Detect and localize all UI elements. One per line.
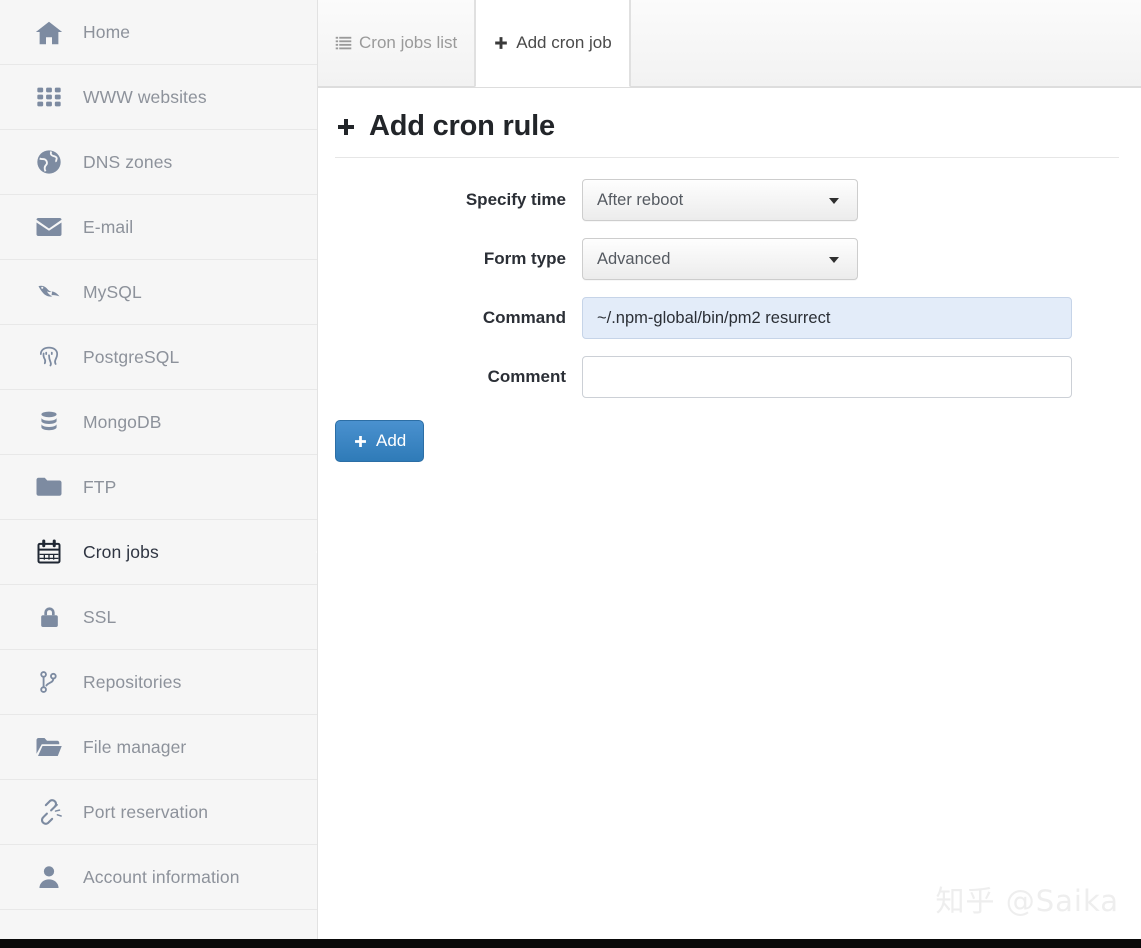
sidebar-item-home[interactable]: Home xyxy=(0,0,317,65)
plug-icon xyxy=(32,795,66,829)
page-bottom-edge xyxy=(0,939,1141,948)
command-input[interactable] xyxy=(582,297,1072,339)
sidebar-item-mongodb[interactable]: MongoDB xyxy=(0,390,317,455)
form-type-value: Advanced xyxy=(597,250,670,269)
add-cron-rule-form: Specify time After reboot Form type Adva… xyxy=(318,158,1141,462)
grid-icon xyxy=(32,80,66,114)
sidebar-item-label: Cron jobs xyxy=(83,542,159,563)
sidebar-item-mysql[interactable]: MySQL xyxy=(0,260,317,325)
sidebar-item-file-manager[interactable]: File manager xyxy=(0,715,317,780)
folder-open-icon xyxy=(32,730,66,764)
tab-label: Add cron job xyxy=(516,33,611,53)
sidebar-item-label: SSL xyxy=(83,607,116,628)
sidebar-item-label: MySQL xyxy=(83,282,142,303)
sidebar-item-repositories[interactable]: Repositories xyxy=(0,650,317,715)
plus-icon xyxy=(493,35,509,51)
sidebar-item-label: DNS zones xyxy=(83,152,172,173)
content-area: Cron jobs list Add cron job Add cron rule… xyxy=(318,0,1141,948)
sidebar-item-label: E-mail xyxy=(83,217,133,238)
main-sidebar: Home WWW websites DNS zones E-mail MySQL Post… xyxy=(0,0,318,948)
cron-jobs-page: Home WWW websites DNS zones E-mail MySQL Post… xyxy=(0,0,1141,948)
sidebar-item-label: Port reservation xyxy=(83,802,208,823)
form-type-select[interactable]: Advanced xyxy=(582,238,858,280)
home-icon xyxy=(32,16,66,50)
tab-add-cron-job[interactable]: Add cron job xyxy=(475,0,629,87)
sidebar-item-label: PostgreSQL xyxy=(83,347,179,368)
page-title-text: Add cron rule xyxy=(369,110,555,143)
chevron-down-icon xyxy=(829,198,839,204)
sidebar-item-port-reservation[interactable]: Port reservation xyxy=(0,780,317,845)
page-header: Add cron rule xyxy=(318,88,1141,158)
specify-time-label: Specify time xyxy=(318,190,582,210)
plus-icon xyxy=(335,116,357,138)
form-row-comment: Comment xyxy=(318,356,1141,398)
tab-cron-jobs-list[interactable]: Cron jobs list xyxy=(318,0,475,87)
form-row-specify-time: Specify time After reboot xyxy=(318,179,1141,221)
plus-icon xyxy=(353,434,368,449)
list-icon xyxy=(335,34,352,51)
sidebar-item-label: Account information xyxy=(83,867,240,888)
tab-bar: Cron jobs list Add cron job xyxy=(318,0,1141,88)
sidebar-item-postgresql[interactable]: PostgreSQL xyxy=(0,325,317,390)
envelope-icon xyxy=(32,210,66,244)
chevron-down-icon xyxy=(829,257,839,263)
sidebar-item-label: MongoDB xyxy=(83,412,162,433)
sidebar-item-label: Home xyxy=(83,22,130,43)
specify-time-value: After reboot xyxy=(597,191,683,210)
specify-time-select[interactable]: After reboot xyxy=(582,179,858,221)
sidebar-item-dns-zones[interactable]: DNS zones xyxy=(0,130,317,195)
database-icon xyxy=(32,405,66,439)
page-title: Add cron rule xyxy=(335,110,1119,143)
comment-input[interactable] xyxy=(582,356,1072,398)
globe-icon xyxy=(32,145,66,179)
folder-icon xyxy=(32,470,66,504)
form-actions: Add xyxy=(318,420,1141,462)
comment-label: Comment xyxy=(318,367,582,387)
sidebar-item-label: FTP xyxy=(83,477,116,498)
sidebar-item-e-mail[interactable]: E-mail xyxy=(0,195,317,260)
command-label: Command xyxy=(318,308,582,328)
elephant-icon xyxy=(32,340,66,374)
sidebar-item-www-websites[interactable]: WWW websites xyxy=(0,65,317,130)
tab-label: Cron jobs list xyxy=(359,33,457,53)
sidebar-item-label: File manager xyxy=(83,737,186,758)
git-branch-icon xyxy=(32,665,66,699)
calendar-icon xyxy=(32,535,66,569)
tab-bar-filler xyxy=(630,0,1141,87)
form-row-command: Command xyxy=(318,297,1141,339)
sidebar-item-ftp[interactable]: FTP xyxy=(0,455,317,520)
form-type-label: Form type xyxy=(318,249,582,269)
sidebar-item-account-information[interactable]: Account information xyxy=(0,845,317,910)
form-row-form-type: Form type Advanced xyxy=(318,238,1141,280)
dolphin-icon xyxy=(32,275,66,309)
watermark: 知乎 @Saika xyxy=(935,878,1119,920)
sidebar-item-label: Repositories xyxy=(83,672,181,693)
user-icon xyxy=(32,860,66,894)
lock-icon xyxy=(32,600,66,634)
add-button-label: Add xyxy=(376,431,406,451)
sidebar-item-ssl[interactable]: SSL xyxy=(0,585,317,650)
sidebar-item-label: WWW websites xyxy=(83,87,207,108)
add-button[interactable]: Add xyxy=(335,420,424,462)
sidebar-item-cron-jobs[interactable]: Cron jobs xyxy=(0,520,317,585)
